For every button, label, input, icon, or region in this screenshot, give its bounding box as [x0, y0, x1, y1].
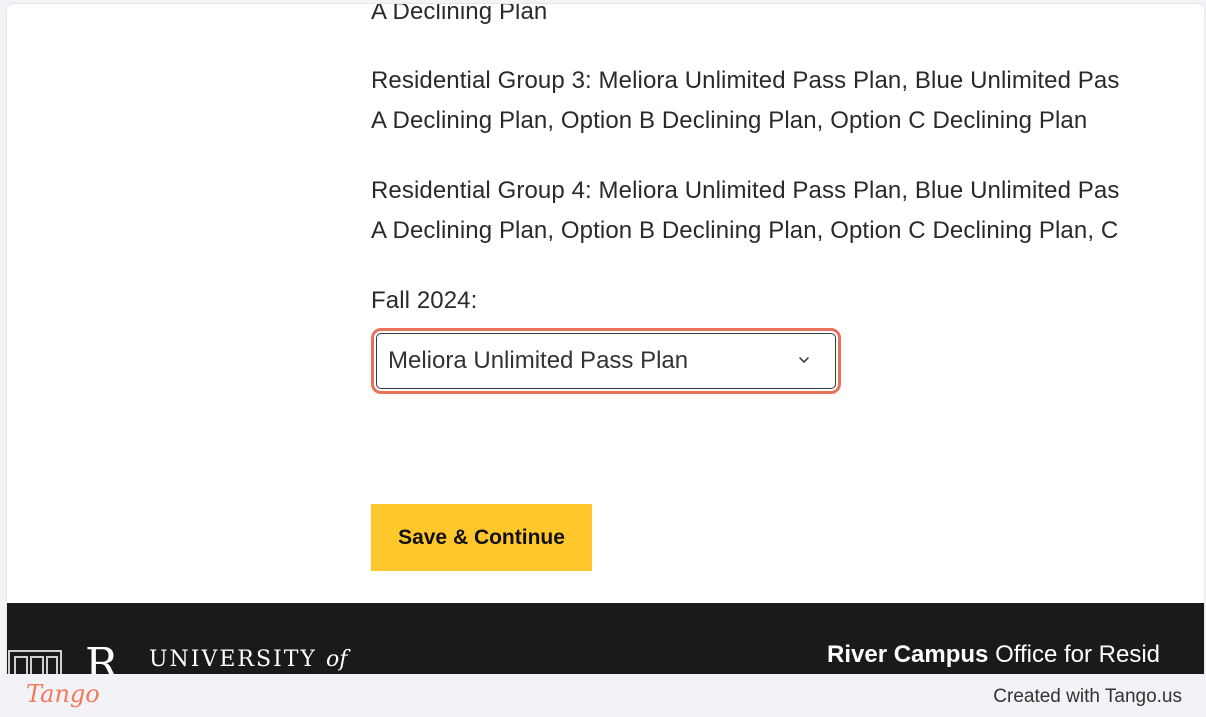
university-wordmark[interactable]: UNIVERSITY of	[149, 647, 347, 672]
university-word: UNIVERSITY	[149, 647, 317, 672]
site-footer: R UNIVERSITY of River Campus Office for …	[7, 603, 1204, 674]
university-of: of	[325, 647, 348, 672]
tango-watermark-bar: Tango Created with Tango.us	[7, 674, 1204, 717]
save-continue-button[interactable]: Save & Continue	[371, 504, 592, 571]
office-title-rest: Office for Resid	[995, 641, 1161, 668]
meal-plan-select-field[interactable]: Meliora Unlimited Pass Plan	[376, 333, 836, 389]
plan-text-line: Residential Group 3: Meliora Unlimited P…	[371, 67, 1120, 94]
plan-text-line: Residential Group 4: Meliora Unlimited P…	[371, 177, 1120, 204]
tango-created-text: Created with Tango.us	[993, 686, 1182, 707]
plan-text-line: A Declining Plan, Option B Declining Pla…	[371, 217, 1119, 244]
plan-text-line: A Declining Plan, Option B Declining Pla…	[371, 107, 1088, 134]
tango-logo: Tango	[26, 680, 100, 708]
university-initial: R	[85, 639, 119, 675]
office-title-bold: River Campus	[827, 641, 989, 668]
term-label: Fall 2024:	[371, 287, 478, 314]
office-title[interactable]: River Campus Office for Resid	[827, 641, 1160, 669]
chevron-down-icon	[799, 357, 809, 363]
page-frame: A Declining Plan Residential Group 3: Me…	[7, 4, 1204, 674]
plan-text-line: A Declining Plan	[371, 4, 548, 25]
meal-plan-select[interactable]: Meliora Unlimited Pass Plan	[371, 328, 841, 394]
university-seal-icon	[8, 650, 62, 674]
meal-plan-select-value: Meliora Unlimited Pass Plan	[388, 347, 689, 374]
